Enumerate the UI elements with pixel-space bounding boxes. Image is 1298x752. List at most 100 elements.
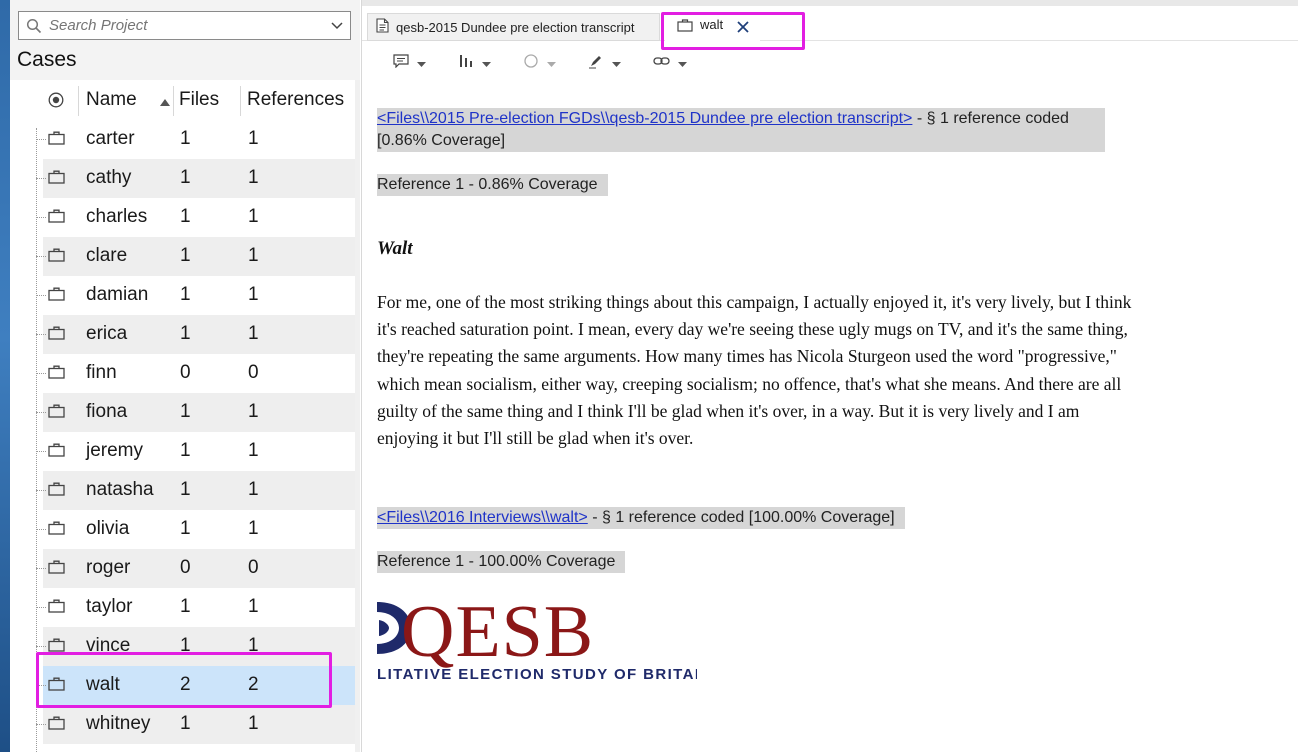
case-files-count: 0 [180,362,191,383]
column-header-files[interactable]: Files [179,89,219,111]
cases-list: carter 1 1 cathy 1 1 charles 1 1 clare 1 1 damian 1 1 e… [10,120,356,744]
dropdown-arrow-icon [482,54,491,72]
case-row-fiona[interactable]: fiona 1 1 [10,393,356,432]
case-name: whitney [86,713,151,734]
qesb-logo: QESB LITATIVE ELECTION STUDY OF BRITAIN [377,596,697,696]
case-references-count: 0 [248,557,259,578]
case-row-finn[interactable]: finn 0 0 [10,354,356,393]
circle-tool[interactable] [523,48,556,78]
case-references-count: 1 [248,635,259,656]
toolbar [362,48,1298,78]
coding-stripes-tool[interactable] [458,48,491,78]
dropdown-arrow-icon [417,54,426,72]
case-row-walt[interactable]: walt 2 2 [10,666,356,705]
case-icon [677,19,693,35]
tab-label: qesb-2015 Dundee pre election transcript [396,19,635,35]
case-name: clare [86,245,128,266]
column-header-name[interactable]: Name [86,89,137,111]
case-icon [48,482,65,501]
case-files-count: 1 [180,518,191,539]
case-icon [48,248,65,267]
case-references-count: 1 [248,479,259,500]
case-name: finn [86,362,117,383]
case-row-vince[interactable]: vince 1 1 [10,627,356,666]
link-tool[interactable] [653,48,687,78]
case-name: jeremy [86,440,144,461]
case-files-count: 1 [180,284,191,305]
case-row-charles[interactable]: charles 1 1 [10,198,356,237]
case-row-natasha[interactable]: natasha 1 1 [10,471,356,510]
tree-connector [36,685,46,686]
case-row-taylor[interactable]: taylor 1 1 [10,588,356,627]
coverage-text: [0.86% Coverage] [377,132,506,149]
reference-header-1: <Files\\2015 Pre-election FGDs\\qesb-201… [377,108,1105,152]
case-row-erica[interactable]: erica 1 1 [10,315,356,354]
case-references-count: 1 [248,518,259,539]
circle-icon [523,53,539,74]
case-row-jeremy[interactable]: jeremy 1 1 [10,432,356,471]
case-icon [48,131,65,150]
pane-scroll-rail[interactable] [355,80,360,752]
add-case-icon[interactable] [48,92,64,113]
case-references-count: 1 [248,440,259,461]
close-icon[interactable] [737,21,749,33]
tree-connector [36,529,46,530]
case-row-clare[interactable]: clare 1 1 [10,237,356,276]
case-row-damian[interactable]: damian 1 1 [10,276,356,315]
cases-title: Cases [17,48,77,71]
coding-stripes-icon [458,53,474,74]
highlight-tool[interactable] [588,48,621,78]
case-row-carter[interactable]: carter 1 1 [10,120,356,159]
tab-walt[interactable]: walt [665,13,760,41]
case-files-count: 1 [180,128,191,149]
tab-bar: qesb-2015 Dundee pre election transcript… [362,13,1298,41]
chevron-down-icon[interactable] [324,21,350,30]
case-name: damian [86,284,149,305]
source-link-dundee[interactable]: <Files\\2015 Pre-election FGDs\\qesb-201… [377,110,912,127]
sort-ascending-icon[interactable] [160,93,170,111]
tab-dundee-transcript[interactable]: qesb-2015 Dundee pre election transcript [367,13,660,41]
tree-connector [36,568,46,569]
case-name: vince [86,635,131,656]
source-link-walt[interactable]: <Files\\2016 Interviews\\walt> [377,509,588,526]
case-row-whitney[interactable]: whitney 1 1 [10,705,356,744]
annotation-tool[interactable] [393,48,426,78]
tree-connector [36,451,46,452]
dropdown-arrow-icon [678,54,687,72]
case-files-count: 0 [180,557,191,578]
case-references-count: 1 [248,323,259,344]
tree-connector [36,412,46,413]
detail-view: qesb-2015 Dundee pre election transcript… [361,0,1298,752]
case-references-count: 1 [248,713,259,734]
search-project-box[interactable] [18,11,351,40]
tree-connector [36,295,46,296]
case-files-count: 1 [180,635,191,656]
dropdown-arrow-icon [547,54,556,72]
case-icon [48,365,65,384]
column-header-references[interactable]: References [247,89,344,111]
case-files-count: 1 [180,440,191,461]
search-input[interactable] [49,17,324,34]
case-references-count: 1 [248,401,259,422]
top-divider [362,0,1298,6]
case-name: charles [86,206,148,227]
case-files-count: 1 [180,323,191,344]
case-icon [48,443,65,462]
case-icon [48,638,65,657]
tree-connector [36,334,46,335]
case-row-cathy[interactable]: cathy 1 1 [10,159,356,198]
dropdown-arrow-icon [612,54,621,72]
case-files-count: 1 [180,479,191,500]
case-references-count: 1 [248,284,259,305]
case-files-count: 1 [180,245,191,266]
transcript-paragraph: For me, one of the most striking things … [377,292,1132,449]
case-references-count: 1 [248,596,259,617]
reference-summary: - § 1 reference coded [100.00% Coverage] [587,509,895,526]
reference-line-2: Reference 1 - 100.00% Coverage [377,551,626,573]
case-icon [48,599,65,618]
case-row-roger[interactable]: roger 0 0 [10,549,356,588]
case-files-count: 1 [180,206,191,227]
case-name: roger [86,557,131,578]
document-icon [376,18,389,36]
case-row-olivia[interactable]: olivia 1 1 [10,510,356,549]
